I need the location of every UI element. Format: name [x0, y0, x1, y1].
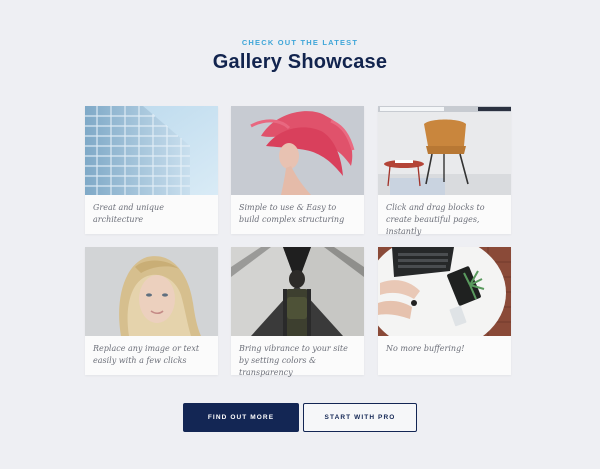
gallery-card[interactable]: Simple to use & Easy to build complex st…: [231, 106, 364, 234]
start-with-pro-button[interactable]: START WITH PRO: [303, 403, 417, 432]
gallery-card[interactable]: No more buffering!: [378, 247, 511, 375]
card-caption: Bring vibrance to your site by setting c…: [239, 344, 348, 377]
gallery-card[interactable]: Great and unique architecture: [85, 106, 218, 234]
chair-interior-photo: [378, 106, 511, 195]
card-caption: Replace any image or text easily with a …: [93, 344, 200, 365]
gallery-card[interactable]: Replace any image or text easily with a …: [85, 247, 218, 375]
red-hair-woman-photo: [231, 106, 364, 195]
card-caption: Simple to use & Easy to build complex st…: [239, 203, 345, 224]
section-eyebrow: CHECK OUT THE LATEST: [241, 38, 359, 47]
laptop-desk-photo: [378, 247, 511, 336]
gallery-card[interactable]: Bring vibrance to your site by setting c…: [231, 247, 364, 377]
card-caption: Click and drag blocks to create beautifu…: [386, 203, 485, 236]
card-caption: No more buffering!: [386, 344, 465, 353]
card-caption: Great and unique architecture: [93, 203, 164, 224]
find-out-more-button[interactable]: FIND OUT MORE: [183, 403, 299, 432]
glass-building-photo: [85, 106, 218, 195]
backpack-man-bridge-photo: [231, 247, 364, 336]
blonde-woman-portrait-photo: [85, 247, 218, 336]
gallery-card[interactable]: Click and drag blocks to create beautifu…: [378, 106, 511, 236]
section-title: Gallery Showcase: [212, 51, 388, 73]
